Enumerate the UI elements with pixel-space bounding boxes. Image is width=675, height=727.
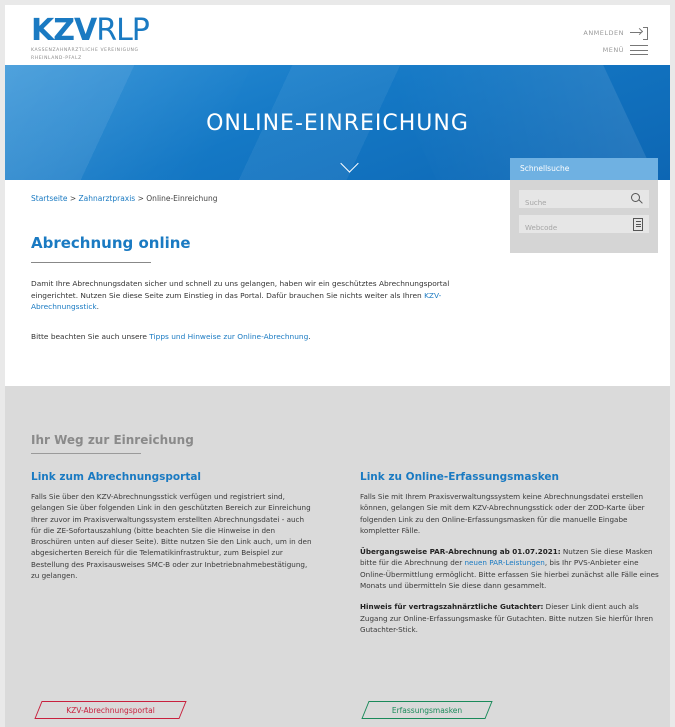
portal-heading: Link zum Abrechnungsportal <box>31 471 202 483</box>
breadcrumb-current: Online-Einreichung <box>146 194 218 203</box>
page-title: Abrechnung online <box>31 234 191 252</box>
par-leistungen-link[interactable]: neuen PAR-Leistungen <box>464 558 544 567</box>
logo-kzv: KZV <box>31 13 97 48</box>
intro-text: Damit Ihre Abrechnungsdaten sicher und s… <box>31 278 481 313</box>
chevron-down-icon[interactable] <box>340 154 359 173</box>
kzv-abrechnungsportal-button[interactable]: KZV-Abrechnungsportal <box>38 701 183 719</box>
breadcrumb-zahnarztpraxis[interactable]: Zahnarztpraxis <box>79 194 136 203</box>
search-input[interactable] <box>519 194 631 212</box>
tips-note: Bitte beachten Sie auch unsere Tipps und… <box>31 331 481 343</box>
menu-label: MENÜ <box>602 46 624 54</box>
section-title: Ihr Weg zur Einreichung <box>31 433 194 447</box>
login-icon <box>630 27 648 40</box>
par-note: Übergangsweise PAR-Abrechnung ab 01.07.2… <box>360 546 660 591</box>
section-divider <box>31 453 141 454</box>
site-header: KZVRLP KASSENZAHNÄRZTLICHE VEREINIGUNG R… <box>5 5 670 65</box>
logo-subline-2: RHEINLAND-PFALZ <box>31 56 82 61</box>
breadcrumb-home[interactable]: Startseite <box>31 194 67 203</box>
intro-end: . <box>96 302 100 311</box>
logo-wordmark: KZVRLP <box>31 13 150 48</box>
menu-icon <box>630 45 648 55</box>
portal-button-label: KZV-Abrechnungsportal <box>66 705 155 715</box>
gutachter-note-title: Hinweis für vertragszahnärztliche Gutach… <box>360 602 544 612</box>
search-icon[interactable] <box>630 192 644 206</box>
login-label: ANMELDEN <box>583 29 624 37</box>
intro-body: Damit Ihre Abrechnungsdaten sicher und s… <box>31 279 450 300</box>
webcode-icon[interactable] <box>630 217 644 231</box>
submission-section: Ihr Weg zur Einreichung Link zum Abrechn… <box>5 386 670 727</box>
webcode-field <box>519 215 649 237</box>
par-note-title: Übergangsweise PAR-Abrechnung ab 01.07.2… <box>360 547 561 557</box>
quick-search-panel: Schnellsuche <box>510 158 658 253</box>
tips-link[interactable]: Tipps und Hinweise zur Online-Abrechnung <box>149 332 308 341</box>
note-end: . <box>308 332 311 341</box>
erfassungsmasken-button[interactable]: Erfassungsmasken <box>365 701 489 719</box>
logo[interactable]: KZVRLP KASSENZAHNÄRZTLICHE VEREINIGUNG R… <box>31 13 150 62</box>
forms-column: Link zu Online-Erfassungsmasken Falls Si… <box>360 471 660 645</box>
breadcrumb: Startseite > Zahnarztpraxis > Online-Ein… <box>31 194 218 203</box>
portal-column: Link zum Abrechnungsportal Falls Sie übe… <box>31 471 313 591</box>
login-link[interactable]: ANMELDEN <box>583 27 648 40</box>
gutachter-note: Hinweis für vertragszahnärztliche Gutach… <box>360 601 660 635</box>
breadcrumb-separator: > <box>67 194 79 203</box>
search-field <box>519 190 649 212</box>
breadcrumb-separator: > <box>135 194 147 203</box>
title-divider <box>31 262 151 263</box>
portal-text: Falls Sie über den KZV-Abrechnungsstick … <box>31 492 312 581</box>
hero-title: ONLINE-EINREICHUNG <box>206 111 469 136</box>
webcode-input[interactable] <box>519 219 631 237</box>
logo-rlp: RLP <box>96 13 150 48</box>
forms-button-label: Erfassungsmasken <box>391 705 463 715</box>
forms-heading: Link zu Online-Erfassungsmasken <box>360 471 559 483</box>
menu-button[interactable]: MENÜ <box>603 45 648 55</box>
logo-subline-1: KASSENZAHNÄRZTLICHE VEREINIGUNG <box>31 48 139 53</box>
note-body: Bitte beachten Sie auch unsere <box>31 332 150 341</box>
forms-text: Falls Sie mit Ihrem Praxisverwaltungssys… <box>360 492 645 535</box>
quick-search-title: Schnellsuche <box>510 158 658 180</box>
page: KZVRLP KASSENZAHNÄRZTLICHE VEREINIGUNG R… <box>5 5 670 727</box>
